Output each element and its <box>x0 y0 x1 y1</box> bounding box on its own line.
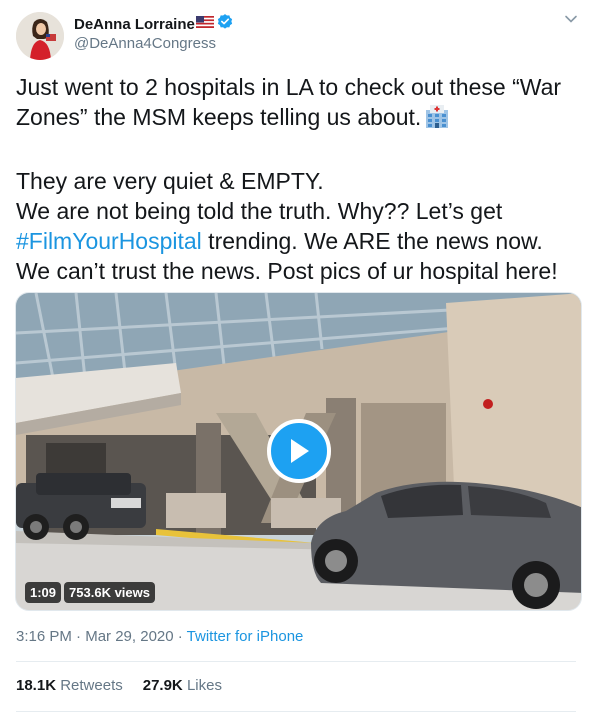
tweet-line-2: They are very quiet & EMPTY. <box>16 168 324 194</box>
tweet-paragraph-2: They are very quiet & EMPTY. We are not … <box>16 166 576 286</box>
tweet-text-pre-hashtag: We are not being told the truth. Why?? L… <box>16 198 503 224</box>
meta-separator-2: · <box>173 628 187 645</box>
display-name[interactable]: DeAnna Lorraine <box>74 16 195 33</box>
tweet-stats: 18.1K Retweets 27.9K Likes <box>16 677 242 694</box>
tweet-text: Just went to 2 hospitals in LA to check … <box>16 72 576 286</box>
hospital-icon <box>424 103 450 136</box>
tweet-source-link[interactable]: Twitter for iPhone <box>187 628 304 645</box>
tweet-date[interactable]: Mar 29, 2020 <box>85 628 173 645</box>
retweets-stat[interactable]: 18.1K Retweets <box>16 677 123 694</box>
retweets-label: Retweets <box>60 677 123 694</box>
author-name-row[interactable]: DeAnna Lorraine <box>74 13 234 35</box>
video-duration-badge: 1:09 <box>25 582 62 603</box>
likes-stat[interactable]: 27.9K Likes <box>143 677 222 694</box>
us-flag-icon <box>195 15 214 33</box>
tweet-line-1: Just went to 2 hospitals in LA to check … <box>16 74 562 130</box>
tweet-meta: 3:16 PM · Mar 29, 2020 · Twitter for iPh… <box>16 628 303 645</box>
video-views-badge: 753.6K views <box>64 582 155 603</box>
play-button[interactable] <box>267 419 331 483</box>
hashtag-link[interactable]: #FilmYourHospital <box>16 228 202 254</box>
divider-bottom <box>16 711 576 712</box>
author-handle[interactable]: @DeAnna4Congress <box>74 35 216 52</box>
meta-separator-1: · <box>71 628 86 645</box>
likes-count: 27.9K <box>142 677 183 694</box>
likes-label: Likes <box>186 677 222 694</box>
divider-top <box>16 661 576 662</box>
tweet-paragraph-1: Just went to 2 hospitals in LA to check … <box>16 72 576 136</box>
play-icon <box>291 439 309 463</box>
tweet-time[interactable]: 3:16 PM <box>16 628 72 645</box>
verified-badge-icon <box>216 13 234 36</box>
retweets-count: 18.1K <box>16 677 57 694</box>
avatar[interactable] <box>16 12 64 60</box>
video-badges: 1:09 753.6K views <box>25 582 158 603</box>
chevron-down-icon[interactable] <box>564 12 578 31</box>
